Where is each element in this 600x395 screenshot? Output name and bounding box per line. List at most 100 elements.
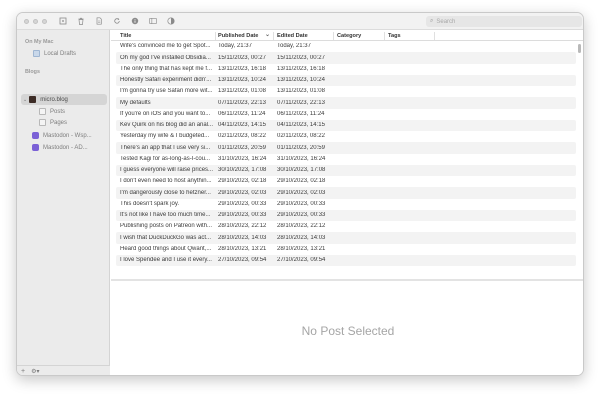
sidebar-item-mastodon-1[interactable]: Mastodon - Wsp... [32,130,92,141]
cell-published-date: 01/11/2023, 20:59 [218,144,266,151]
cell-published-date: 02/11/2023, 08:22 [218,133,266,140]
table-row[interactable]: I'm dangerously close to hetzner... 29/10… [116,187,576,199]
zoom-window-button[interactable] [42,18,47,24]
info-icon[interactable] [131,17,139,25]
cell-published-date: 31/10/2023, 16:24 [218,155,267,162]
table-row[interactable]: It's not like I have too much time... 29/… [116,209,576,221]
cell-edited-date: 04/11/2023, 14:15 [277,122,325,129]
table-row[interactable]: I'm gonna try use Safari more wit... 13/1… [116,86,576,97]
new-post-icon[interactable] [59,17,67,25]
column-divider [215,32,216,40]
mastodon-icon [32,144,39,151]
refresh-icon[interactable] [113,17,121,25]
sidebar-section-on-my-mac: On My Mac [25,39,54,45]
add-button[interactable]: + [21,368,25,375]
table-row[interactable]: Heard good things about Qwant,... 28/10/2… [116,244,576,255]
table-row[interactable]: I love Spendee and I use it every... 27/1… [116,254,576,266]
cell-edited-date: 28/10/2023, 22:12 [277,223,326,230]
table-row[interactable]: Oh my god I've installed Obsidia... 15/11… [116,52,576,64]
cell-published-date: 06/11/2023, 11:24 [218,110,266,117]
cell-title: Wife's convinced me to get Spot... [120,43,211,50]
cell-edited-date: 02/11/2023, 08:22 [277,133,325,140]
sidebar-item-microblog[interactable]: ⌄ micro.blog [23,94,68,105]
search-icon: ⌕ [430,18,434,24]
cell-published-date: 30/10/2023, 17:08 [218,167,267,174]
cell-title: If you're on iOS and you want to... [120,110,211,117]
toolbar-icons [59,17,175,25]
cell-title: Honestly Safari experiment didn'... [120,77,212,84]
vertical-scrollbar[interactable] [578,44,581,274]
cell-edited-date: 27/10/2023, 09:54 [277,257,326,264]
cell-title: Oh my god I've installed Obsidia... [120,54,211,61]
table-row[interactable]: I guess everyone will raise prices... 30/… [116,164,576,176]
table-row[interactable]: The only thing that has kept me f... 13/1… [116,64,576,75]
column-header-edited-date[interactable]: Edited Date [277,33,308,39]
cell-edited-date: 30/10/2023, 17:08 [277,167,326,174]
cell-edited-date: Today, 21:37 [277,43,311,50]
cell-published-date: 29/10/2023, 02:18 [218,178,267,185]
search-field[interactable]: ⌕ Search [426,16,582,27]
cell-published-date: Today, 21:37 [218,43,252,50]
sidebar-item-posts[interactable]: Posts [39,106,65,117]
trash-icon[interactable] [77,17,85,25]
document-icon[interactable] [95,17,103,25]
table-row[interactable]: Honestly Safari experiment didn'... 13/11… [116,74,576,86]
close-window-button[interactable] [24,18,29,24]
table-row[interactable]: This doesn't spark joy. 29/10/2023, 00:33… [116,199,576,210]
cell-edited-date: 28/10/2023, 13:21 [277,245,326,252]
cell-edited-date: 29/10/2023, 00:33 [277,200,326,207]
chevron-down-icon[interactable]: ⌄ [23,97,27,103]
sidebar-item-pages[interactable]: Pages [39,117,67,128]
sidebar: On My Mac Local Drafts Blogs ⌄ micro.blo… [17,30,110,375]
sidebar-item-label: Mastodon - AD... [43,144,88,151]
table-row[interactable]: If you're on iOS and you want to... 06/11… [116,109,576,120]
cell-title: Yesterday my wife & I budgeted... [120,133,210,140]
cell-title: I love Spendee and I use it every... [120,257,212,264]
cell-title: Publishing posts on Patreon with... [120,223,213,230]
cell-published-date: 28/10/2023, 14:03 [218,234,267,241]
sidebar-item-label: Local Drafts [44,50,77,57]
column-header-tags[interactable]: Tags [388,33,401,39]
document-icon [39,119,46,126]
column-header-published-date[interactable]: Published Date [218,33,258,39]
sidebar-item-label: Pages [50,119,68,126]
table-row[interactable]: I don't even need to host anythin... 29/1… [116,176,576,187]
cell-edited-date: 15/11/2023, 00:27 [277,54,325,61]
cell-title: I don't even need to host anythin... [120,178,212,185]
sidebar-item-label: Mastodon - Wsp... [43,132,92,139]
post-detail-pane: No Post Selected [111,281,583,375]
table-row[interactable]: Publishing posts on Patreon with... 28/10… [116,221,576,232]
sidebar-item-mastodon-2[interactable]: Mastodon - AD... [32,142,88,153]
column-header-category[interactable]: Category [337,33,361,39]
cell-edited-date: 31/10/2023, 16:24 [277,155,326,162]
cell-edited-date: 13/11/2023, 01:08 [277,88,325,95]
settings-menu-button[interactable]: ⚙▾ [31,368,39,375]
cell-title: I guess everyone will raise prices... [120,167,213,174]
preview-icon[interactable] [167,17,175,25]
scrollbar-thumb[interactable] [578,44,581,53]
table-row[interactable]: Yesterday my wife & I budgeted... 02/11/2… [116,131,576,142]
column-divider [333,32,334,40]
cell-published-date: 15/11/2023, 00:27 [218,54,266,61]
table-row[interactable]: Kev Quirk on his blog did an anal... 04/1… [116,119,576,131]
column-header-title[interactable]: Title [120,33,131,39]
table-row[interactable]: Tested Kagi for as-long-as-I-cou... 31/10… [116,154,576,165]
mastodon-icon [32,132,39,139]
table-row[interactable]: I wish that DuckDuckGo was act... 28/10/2… [116,232,576,244]
table-row[interactable]: My defaults 07/11/2023, 22:13 07/11/2023, … [116,97,576,109]
cell-published-date: 13/11/2023, 01:08 [218,88,266,95]
sidebar-item-local-drafts[interactable]: Local Drafts [33,48,76,59]
table-row[interactable]: Wife's convinced me to get Spot... Today,… [116,41,576,52]
column-divider [384,32,385,40]
cell-title: There's an app that I use very si... [120,144,211,151]
table-row[interactable]: There's an app that I use very si... 01/1… [116,142,576,154]
cell-title: My defaults [120,99,151,106]
cell-title: I'm gonna try use Safari more wit... [120,88,213,95]
cell-title: Kev Quirk on his blog did an anal... [120,122,213,129]
cell-published-date: 28/10/2023, 13:21 [218,245,267,252]
sort-descending-icon[interactable]: ⌄ [265,31,270,38]
app-window: ⌕ Search On My Mac Local Drafts Blogs ⌄ … [16,12,584,376]
minimize-window-button[interactable] [33,18,38,24]
sidebar-toggle-icon[interactable] [149,17,157,25]
cell-edited-date: 06/11/2023, 11:24 [277,110,325,117]
